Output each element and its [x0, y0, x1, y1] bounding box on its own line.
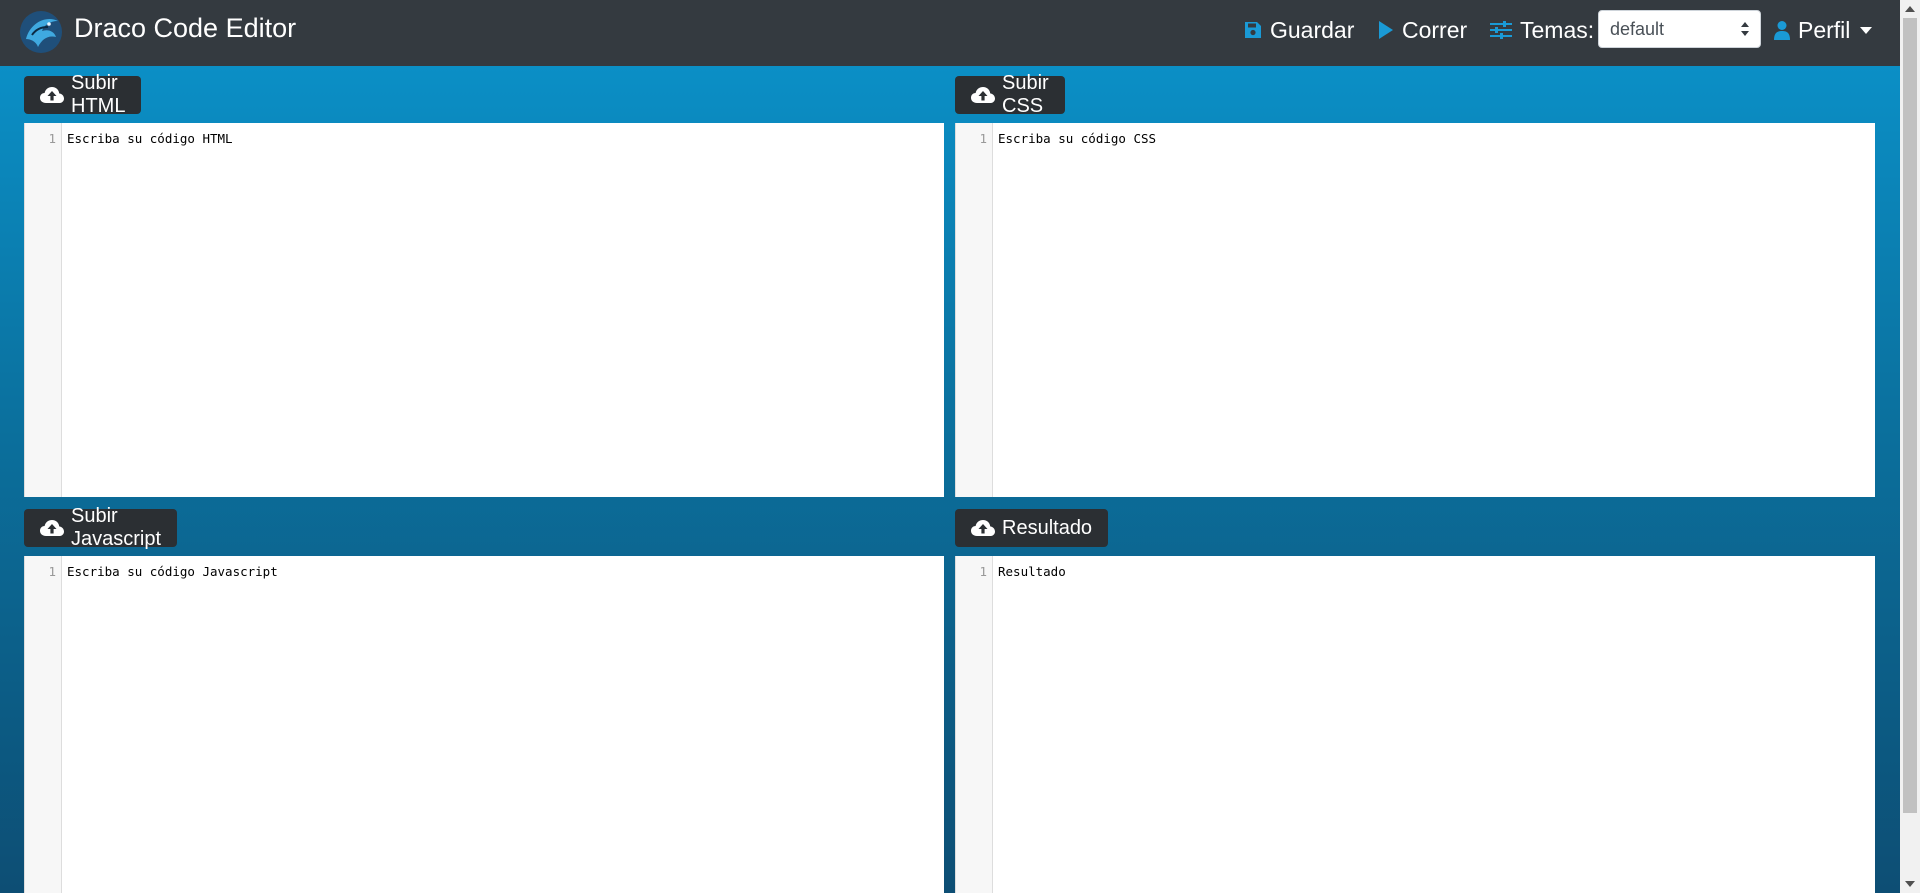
- code-line: Resultado: [998, 564, 1066, 579]
- user-icon: [1774, 20, 1790, 40]
- theme-select-value: default: [1610, 19, 1665, 39]
- themes-label-group: Temas:: [1490, 14, 1594, 46]
- upload-html-label: Subir HTML: [71, 72, 126, 117]
- cloud-upload-icon: [971, 86, 995, 104]
- brand[interactable]: Draco Code Editor: [18, 8, 296, 56]
- save-button[interactable]: Guardar: [1244, 14, 1354, 46]
- upload-css-button[interactable]: Subir CSS: [955, 72, 1065, 117]
- code-line: Escriba su código Javascript: [67, 564, 278, 579]
- html-code-editor[interactable]: 1 Escriba su código HTML: [24, 123, 944, 497]
- line-gutter: 1: [956, 123, 993, 497]
- line-number: 1: [979, 564, 987, 579]
- cloud-upload-icon: [40, 519, 64, 537]
- editor-workspace: Subir HTML 1 Escriba su código HTML Subi…: [0, 66, 1900, 893]
- floppy-disk-icon: [1244, 21, 1262, 39]
- top-navbar: Draco Code Editor Guardar Correr Temas: …: [0, 0, 1900, 66]
- play-icon: [1378, 20, 1394, 40]
- cloud-upload-icon: [40, 86, 64, 104]
- upload-javascript-button[interactable]: Subir Javascript: [24, 505, 178, 550]
- code-line: Escriba su código HTML: [67, 131, 233, 146]
- line-number: 1: [979, 131, 987, 146]
- sliders-icon: [1490, 21, 1512, 39]
- profile-label: Perfil: [1798, 16, 1851, 43]
- line-number: 1: [48, 131, 56, 146]
- code-line: Escriba su código CSS: [998, 131, 1157, 146]
- line-gutter: 1: [25, 123, 62, 497]
- result-button[interactable]: Resultado: [955, 509, 1109, 547]
- dragon-logo-icon: [20, 11, 62, 53]
- upload-css-label: Subir CSS: [1002, 72, 1049, 117]
- chevron-down-icon: [1860, 26, 1873, 34]
- save-label: Guardar: [1270, 16, 1355, 43]
- scroll-down-arrow-icon[interactable]: [1905, 881, 1915, 887]
- select-arrows-icon: [1741, 22, 1749, 36]
- themes-label: Temas:: [1520, 16, 1595, 43]
- line-gutter: 1: [25, 556, 62, 893]
- scroll-up-arrow-icon[interactable]: [1905, 6, 1915, 12]
- upload-javascript-label: Subir Javascript: [71, 505, 162, 550]
- line-gutter: 1: [956, 556, 993, 893]
- scrollbar-thumb[interactable]: [1903, 18, 1917, 813]
- upload-html-button[interactable]: Subir HTML: [24, 72, 142, 117]
- run-label: Correr: [1402, 16, 1468, 43]
- profile-dropdown[interactable]: Perfil: [1774, 14, 1873, 46]
- page-scrollbar[interactable]: [1900, 0, 1920, 893]
- cloud-upload-icon: [971, 519, 995, 537]
- app-title: Draco Code Editor: [74, 12, 297, 43]
- run-button[interactable]: Correr: [1378, 14, 1467, 46]
- result-label: Resultado: [1002, 516, 1093, 539]
- javascript-code-editor[interactable]: 1 Escriba su código Javascript: [24, 556, 944, 893]
- css-code-editor[interactable]: 1 Escriba su código CSS: [955, 123, 1875, 497]
- line-number: 1: [48, 564, 56, 579]
- theme-select[interactable]: default: [1598, 10, 1761, 48]
- result-code-editor[interactable]: 1 Resultado: [955, 556, 1875, 893]
